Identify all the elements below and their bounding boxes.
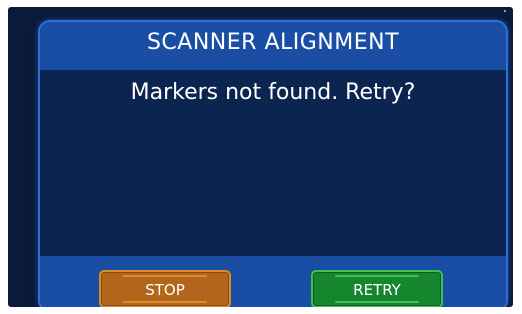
scanner-alignment-dialog: SCANNER ALIGNMENT Markers not found. Ret…: [38, 20, 508, 307]
device-screen: SCANNER ALIGNMENT Markers not found. Ret…: [8, 7, 513, 307]
dialog-title: SCANNER ALIGNMENT: [146, 30, 400, 55]
retry-button[interactable]: RETRY: [311, 270, 443, 307]
stop-button[interactable]: STOP: [99, 270, 231, 307]
dialog-footer: STOP RETRY: [40, 256, 506, 307]
dialog-message: Markers not found. Retry?: [130, 80, 416, 105]
dialog-header: SCANNER ALIGNMENT: [40, 22, 506, 70]
indicator-dot: [504, 10, 506, 12]
